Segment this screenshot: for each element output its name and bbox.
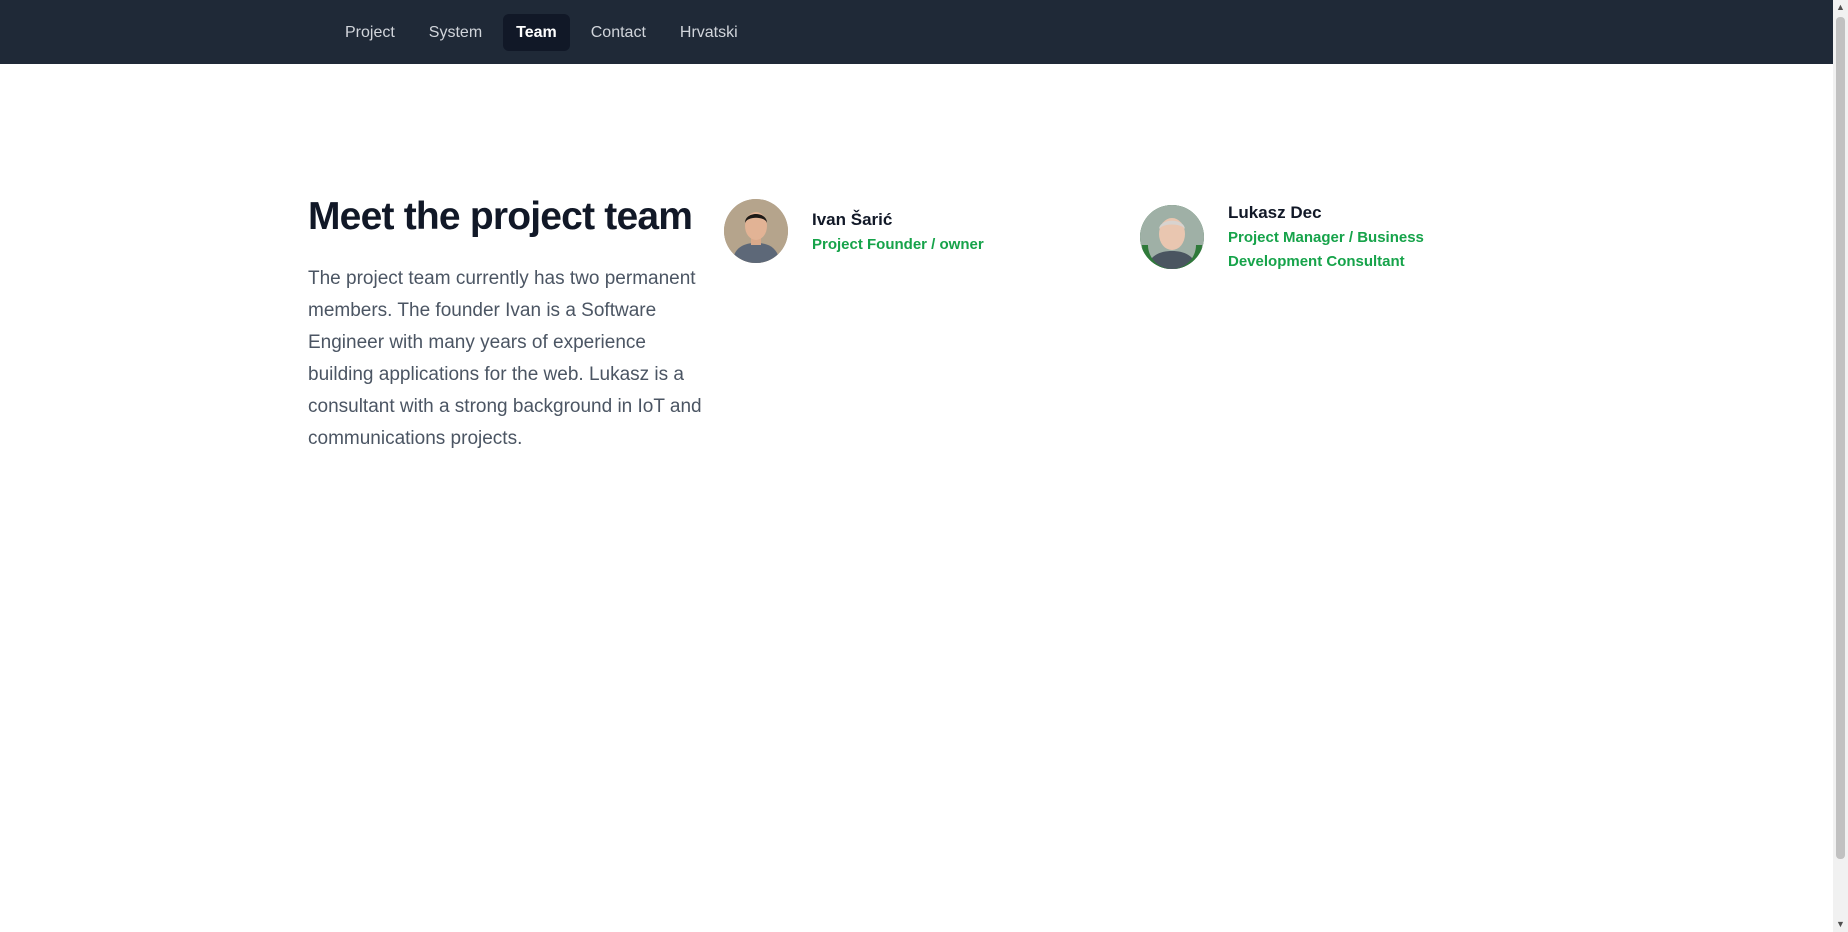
- member-name: Ivan Šarić: [812, 210, 893, 229]
- team-member-card: Lukasz Dec Project Manager / Business De…: [1140, 202, 1518, 274]
- nav-item-system[interactable]: System: [416, 14, 495, 51]
- member-role: Project Manager / Business Development C…: [1228, 229, 1424, 270]
- member-role: Project Founder / owner: [812, 236, 984, 253]
- member-name: Lukasz Dec: [1228, 203, 1322, 222]
- avatar: [724, 199, 788, 263]
- scroll-down-arrow-icon[interactable]: ▼: [1833, 917, 1848, 932]
- nav-item-language[interactable]: Hrvatski: [667, 14, 751, 51]
- member-info: Ivan Šarić Project Founder / owner: [812, 199, 984, 257]
- nav-item-team[interactable]: Team: [503, 14, 570, 51]
- nav-item-project[interactable]: Project: [332, 14, 408, 51]
- vertical-scrollbar[interactable]: ▲ ▼: [1833, 0, 1848, 932]
- nav-item-contact[interactable]: Contact: [578, 14, 659, 51]
- page-title: Meet the project team: [308, 195, 693, 238]
- scroll-up-arrow-icon[interactable]: ▲: [1833, 0, 1848, 15]
- team-intro: The project team currently has two perma…: [308, 268, 702, 449]
- avatar: [1140, 205, 1204, 269]
- main-nav: Project System Team Contact Hrvatski: [332, 14, 751, 51]
- top-navbar: Project System Team Contact Hrvatski: [0, 0, 1833, 64]
- team-member-card: Ivan Šarić Project Founder / owner: [724, 199, 984, 263]
- member-info: Lukasz Dec Project Manager / Business De…: [1228, 202, 1518, 274]
- scrollbar-thumb[interactable]: [1836, 17, 1845, 859]
- page: Project System Team Contact Hrvatski Mee…: [0, 0, 1833, 932]
